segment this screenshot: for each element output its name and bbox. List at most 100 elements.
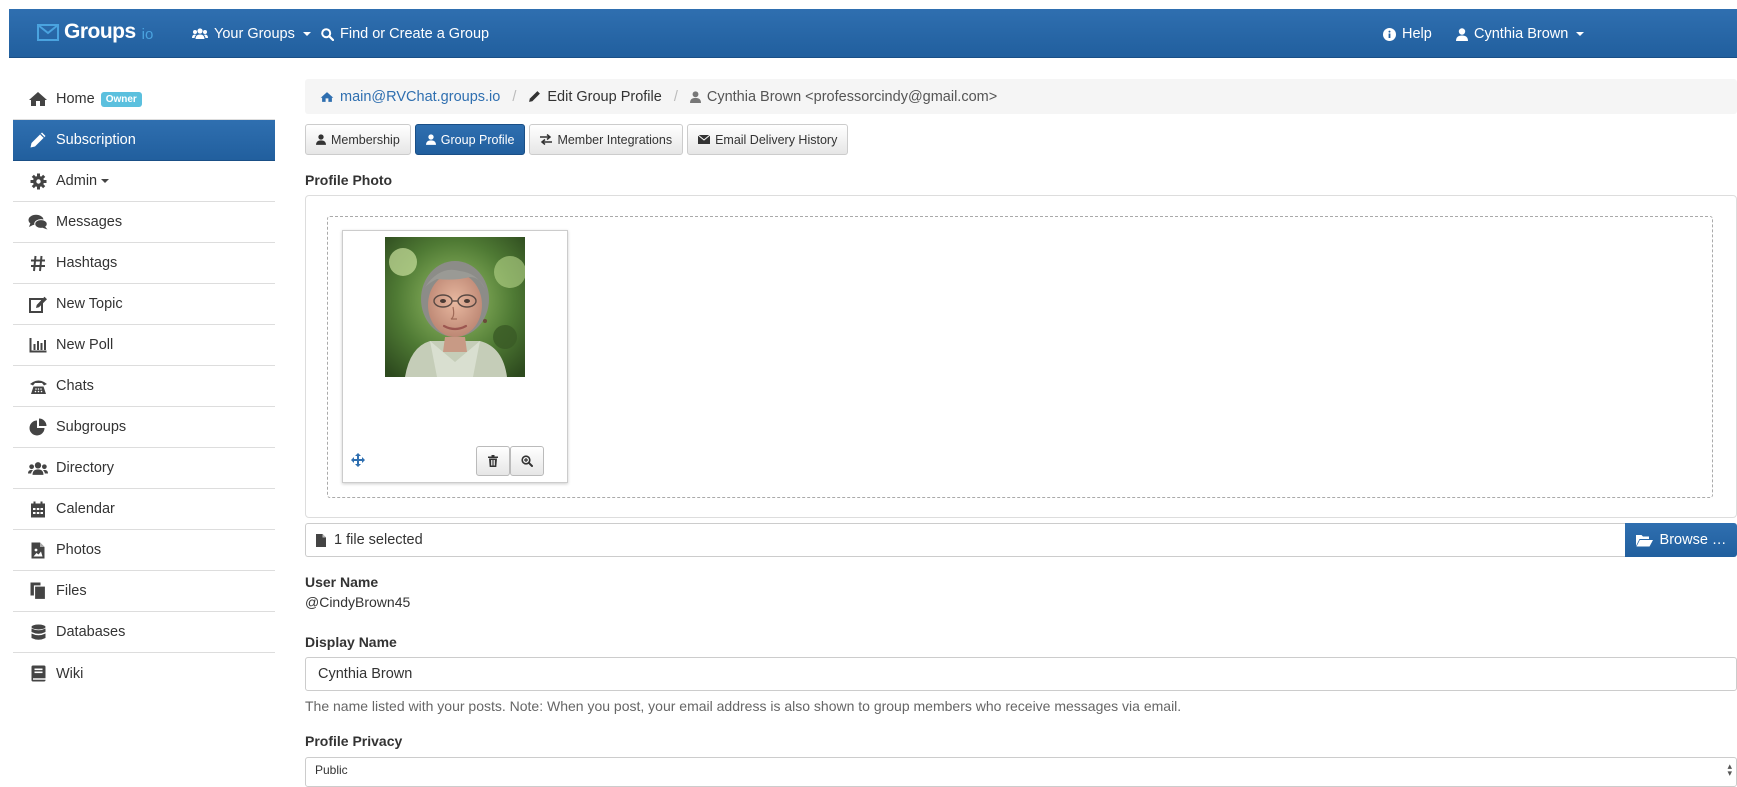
- sidebar-item-messages[interactable]: Messages: [13, 202, 275, 243]
- sidebar-item-label: Messages: [56, 214, 123, 230]
- trash-icon: [488, 455, 498, 467]
- user-icon: [1456, 27, 1468, 41]
- sidebar-item-home[interactable]: Home Owner: [13, 79, 275, 120]
- photo-dropzone[interactable]: [327, 216, 1713, 498]
- brand-name: Groups: [64, 20, 136, 43]
- delete-photo-button[interactable]: [476, 446, 510, 476]
- display-name-help: The name listed with your posts. Note: W…: [305, 698, 1182, 714]
- sidebar-item-label: Files: [56, 583, 87, 599]
- home-icon: [28, 91, 48, 107]
- brand-suffix: io: [141, 26, 154, 43]
- users-icon: [28, 461, 48, 476]
- user-icon: [689, 90, 701, 103]
- display-name-field[interactable]: Cynthia Brown: [305, 657, 1737, 691]
- top-navbar: Groups io Your Groups Find or Create a G…: [9, 9, 1737, 58]
- find-create-label: Find or Create a Group: [340, 26, 490, 42]
- comments-icon: [28, 214, 48, 230]
- profile-privacy-select[interactable]: Public ▴ ▾: [305, 757, 1737, 787]
- tab-group-profile[interactable]: Group Profile: [414, 124, 526, 155]
- breadcrumb-separator: /: [512, 88, 517, 105]
- hashtag-icon: [28, 255, 48, 272]
- database-icon: [28, 624, 48, 641]
- calendar-icon: [28, 501, 48, 518]
- sidebar-item-label: Calendar: [56, 501, 115, 517]
- sidebar-item-label: Directory: [56, 460, 115, 476]
- browse-button[interactable]: Browse …: [1625, 523, 1737, 557]
- files-icon: [28, 582, 48, 600]
- zoom-photo-button[interactable]: [510, 446, 544, 476]
- sidebar-item-label: Wiki: [56, 665, 84, 682]
- tab-label: Membership: [331, 132, 400, 147]
- sidebar-item-databases[interactable]: Databases: [13, 612, 275, 653]
- display-name-label: Display Name: [305, 634, 397, 650]
- sidebar-item-label: Databases: [56, 624, 126, 640]
- edit-icon: [28, 296, 48, 313]
- book-icon: [28, 665, 48, 682]
- owner-badge: Owner: [100, 91, 142, 107]
- display-name-value: Cynthia Brown: [318, 666, 413, 682]
- sidebar-item-photos[interactable]: Photos: [13, 530, 275, 571]
- envelope-logo-icon: [37, 23, 59, 41]
- sidebar-item-directory[interactable]: Directory: [13, 448, 275, 489]
- sidebar-item-calendar[interactable]: Calendar: [13, 489, 275, 530]
- sidebar-item-label: Photos: [56, 542, 102, 558]
- tab-label: Group Profile: [440, 132, 515, 147]
- zoom-in-icon: [521, 455, 533, 467]
- user-icon: [425, 134, 436, 145]
- user-name-label: User Name: [305, 574, 379, 590]
- file-icon: [316, 533, 326, 547]
- sidebar-item-hashtags[interactable]: Hashtags: [13, 243, 275, 284]
- sidebar-item-files[interactable]: Files: [13, 571, 275, 612]
- sidebar-item-label: Chats: [56, 378, 94, 394]
- folder-open-icon: [1635, 534, 1653, 546]
- pencil-icon: [28, 131, 48, 149]
- sidebar-item-chats[interactable]: Chats: [13, 366, 275, 407]
- info-circle-icon: [1383, 27, 1396, 41]
- breadcrumb-page: Edit Group Profile: [547, 88, 662, 105]
- tab-member-integrations[interactable]: Member Integrations: [529, 124, 684, 155]
- tab-label: Email Delivery History: [715, 132, 838, 147]
- pencil-icon: [529, 91, 541, 102]
- bar-chart-icon: [28, 337, 48, 353]
- profile-photo-image: [385, 237, 525, 377]
- profile-tabs: Membership Group Profile Member Integrat…: [305, 124, 849, 155]
- phone-icon: [28, 378, 48, 395]
- sidebar-item-label: Home: [56, 91, 95, 107]
- sidebar-item-label: New Poll: [56, 337, 114, 353]
- user-icon: [316, 134, 326, 145]
- groups-io-logo[interactable]: Groups io: [37, 19, 153, 45]
- help-link[interactable]: Help: [1383, 24, 1432, 44]
- sidebar-item-label: Subscription: [56, 132, 136, 148]
- sidebar-item-wiki[interactable]: Wiki: [13, 653, 275, 694]
- sidebar-item-new-topic[interactable]: New Topic: [13, 284, 275, 325]
- breadcrumb-group-link[interactable]: main@RVChat.groups.io: [340, 89, 500, 105]
- find-create-group-link[interactable]: Find or Create a Group: [321, 24, 489, 44]
- user-menu[interactable]: Cynthia Brown: [1456, 24, 1585, 44]
- sidebar-item-subgroups[interactable]: Subgroups: [13, 407, 275, 448]
- sidebar-item-label: Admin: [56, 173, 98, 189]
- sidebar-item-subscription[interactable]: Subscription: [13, 120, 275, 161]
- chevron-down-icon: [302, 32, 311, 36]
- home-icon: [320, 91, 334, 102]
- sidebar-item-admin[interactable]: Admin: [13, 161, 275, 202]
- pie-chart-icon: [28, 418, 48, 436]
- profile-photo-label: Profile Photo: [305, 172, 393, 188]
- file-input-group: 1 file selected Browse …: [305, 523, 1737, 557]
- your-groups-menu[interactable]: Your Groups: [192, 24, 311, 44]
- breadcrumb-separator: /: [673, 88, 678, 105]
- sidebar-item-new-poll[interactable]: New Poll: [13, 325, 275, 366]
- breadcrumb: main@RVChat.groups.io / Edit Group Profi…: [305, 79, 1737, 114]
- file-status: 1 file selected: [334, 532, 423, 548]
- move-icon[interactable]: [351, 453, 365, 470]
- breadcrumb-member: Cynthia Brown <professorcindy@gmail.com>: [706, 88, 998, 105]
- tab-membership[interactable]: Membership: [305, 124, 411, 155]
- envelope-icon: [698, 135, 711, 144]
- help-label: Help: [1402, 26, 1432, 42]
- gear-icon: [28, 173, 48, 190]
- tab-email-delivery-history[interactable]: Email Delivery History: [687, 124, 849, 155]
- sidebar-item-label: Subgroups: [56, 419, 127, 435]
- profile-photo-panel: [305, 195, 1737, 518]
- your-groups-label: Your Groups: [214, 26, 295, 42]
- user-name-value: @CindyBrown45: [305, 594, 411, 610]
- file-caption-field[interactable]: 1 file selected: [305, 523, 1625, 557]
